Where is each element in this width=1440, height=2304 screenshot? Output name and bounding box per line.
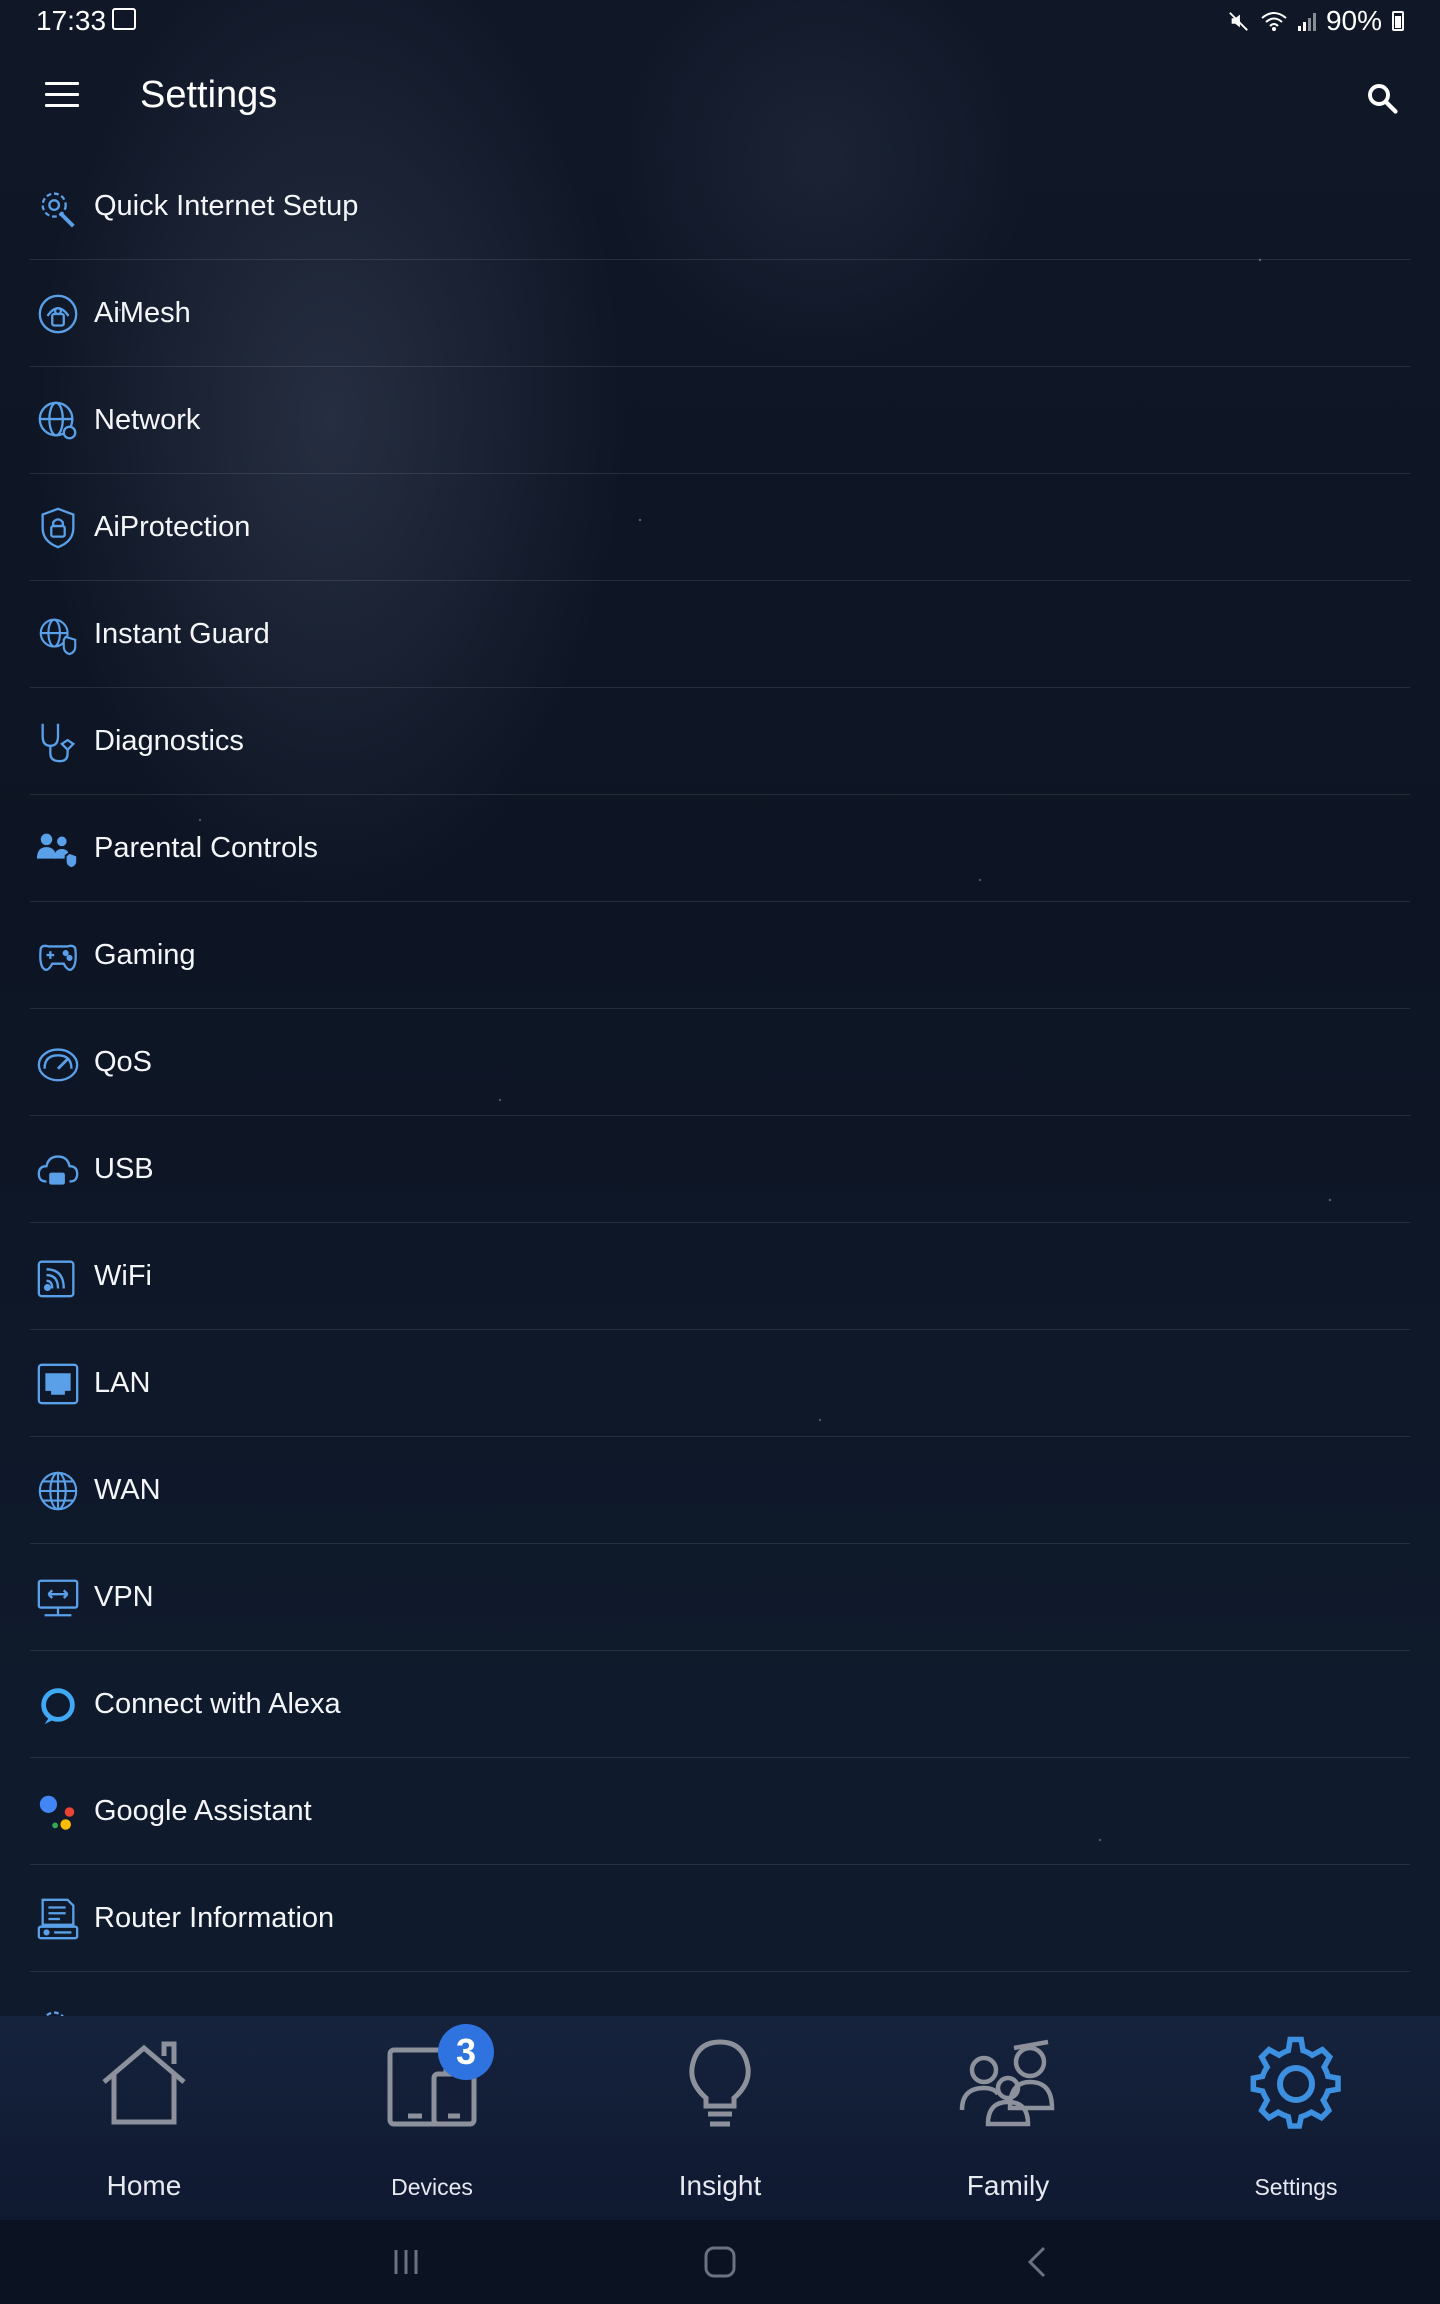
- search-icon[interactable]: [1364, 80, 1400, 116]
- nav-tab-settings[interactable]: Settings: [1152, 2016, 1440, 2220]
- item-label: AiMesh: [94, 297, 191, 329]
- settings-item-qos[interactable]: QoS: [0, 1009, 1440, 1116]
- aimesh-icon: [34, 290, 82, 338]
- lightbulb-icon: [689, 2039, 751, 2127]
- settings-item-aimesh[interactable]: AiMesh: [0, 260, 1440, 367]
- nav-tab-home[interactable]: Home: [0, 2016, 288, 2220]
- item-label: Instant Guard: [94, 618, 270, 650]
- settings-item-partial[interactable]: [0, 1972, 1440, 2016]
- home-button-icon[interactable]: [698, 2240, 742, 2284]
- nav-label: Insight: [678, 2170, 762, 2201]
- nav-label: Family: [966, 2170, 1050, 2201]
- settings-item-google-assistant[interactable]: Google Assistant: [0, 1758, 1440, 1865]
- status-bar: 17:33 90%: [0, 0, 1440, 42]
- item-label: WiFi: [94, 1260, 152, 1292]
- nav-label: Home: [106, 2170, 182, 2201]
- item-label: Quick Internet Setup: [94, 190, 359, 222]
- menu-icon[interactable]: [45, 82, 79, 110]
- mute-icon: [1229, 12, 1248, 31]
- status-right: 90%: [1228, 5, 1404, 37]
- google-assistant-icon: [34, 1788, 82, 1836]
- settings-item-quick-internet-setup[interactable]: Quick Internet Setup: [0, 153, 1440, 260]
- signal-icon: [1297, 11, 1316, 31]
- instant-guard-icon: [34, 611, 82, 659]
- item-label: WAN: [94, 1474, 161, 1506]
- settings-item-instant-guard[interactable]: Instant Guard: [0, 581, 1440, 688]
- settings-item-wan[interactable]: WAN: [0, 1437, 1440, 1544]
- gamepad-icon: [34, 932, 82, 980]
- settings-item-vpn[interactable]: VPN: [0, 1544, 1440, 1651]
- gear-icon: [1250, 2036, 1341, 2129]
- item-label: Connect with Alexa: [94, 1688, 341, 1720]
- item-label: Router Information: [94, 1902, 335, 1934]
- battery-percent: 90%: [1325, 5, 1382, 36]
- nav-label: Devices: [391, 2174, 473, 2200]
- item-label: QoS: [94, 1046, 153, 1078]
- nav-tab-family[interactable]: Family: [864, 2016, 1152, 2220]
- quick-setup-icon: [34, 183, 82, 231]
- router-info-icon: [34, 1895, 82, 1943]
- item-label: LAN: [94, 1367, 151, 1399]
- item-label: Google Assistant: [94, 1795, 312, 1827]
- wifi-icon: [34, 1253, 82, 1301]
- settings-item-gaming[interactable]: Gaming: [0, 902, 1440, 1009]
- network-globe-icon: [34, 397, 82, 445]
- devices-count-badge: 3: [438, 2024, 494, 2080]
- item-label: USB: [94, 1153, 154, 1185]
- settings-item-parental-controls[interactable]: Parental Controls: [0, 795, 1440, 902]
- speedometer-icon: [34, 1039, 82, 1087]
- shield-lock-icon: [34, 504, 82, 552]
- app-header: Settings: [0, 52, 1440, 142]
- nav-tab-insight[interactable]: Insight: [576, 2016, 864, 2220]
- settings-item-wifi[interactable]: WiFi: [0, 1223, 1440, 1330]
- battery-icon: [1392, 11, 1404, 31]
- settings-item-lan[interactable]: LAN: [0, 1330, 1440, 1437]
- partial-settings-icon: [34, 2002, 82, 2016]
- recent-apps-icon[interactable]: [384, 2240, 428, 2284]
- alexa-icon: [34, 1681, 82, 1729]
- family-icon: [959, 2039, 1055, 2127]
- system-nav-bar: [0, 2220, 1440, 2304]
- lan-port-icon: [34, 1360, 82, 1408]
- bottom-nav: Home 3 Devices Insight Family Settings: [0, 2016, 1440, 2220]
- wifi-status-icon: [1261, 12, 1287, 31]
- home-icon: [102, 2041, 186, 2125]
- gallery-notification-icon: [112, 8, 136, 30]
- nav-label: Settings: [1254, 2174, 1338, 2200]
- status-time: 17:33: [36, 5, 107, 36]
- settings-item-aiprotection[interactable]: AiProtection: [0, 474, 1440, 581]
- settings-item-router-information[interactable]: Router Information: [0, 1865, 1440, 1972]
- item-label: Diagnostics: [94, 725, 244, 757]
- stethoscope-icon: [34, 718, 82, 766]
- item-label: Network: [94, 404, 201, 436]
- item-label: Parental Controls: [94, 832, 319, 864]
- item-label: AiProtection: [94, 511, 251, 543]
- vpn-monitor-icon: [34, 1574, 82, 1622]
- item-label: VPN: [94, 1581, 154, 1613]
- settings-item-diagnostics[interactable]: Diagnostics: [0, 688, 1440, 795]
- item-label: Gaming: [94, 939, 196, 971]
- wan-globe-icon: [34, 1467, 82, 1515]
- settings-list: Quick Internet Setup AiMesh Network AiPr…: [0, 153, 1440, 2016]
- usb-cloud-icon: [34, 1146, 82, 1194]
- settings-item-usb[interactable]: USB: [0, 1116, 1440, 1223]
- settings-item-connect-with-alexa[interactable]: Connect with Alexa: [0, 1651, 1440, 1758]
- nav-tab-devices[interactable]: 3 Devices: [288, 2016, 576, 2220]
- page-title: Settings: [140, 74, 278, 116]
- back-icon[interactable]: [1016, 2240, 1060, 2284]
- settings-item-network[interactable]: Network: [0, 367, 1440, 474]
- parental-controls-icon: [34, 825, 82, 873]
